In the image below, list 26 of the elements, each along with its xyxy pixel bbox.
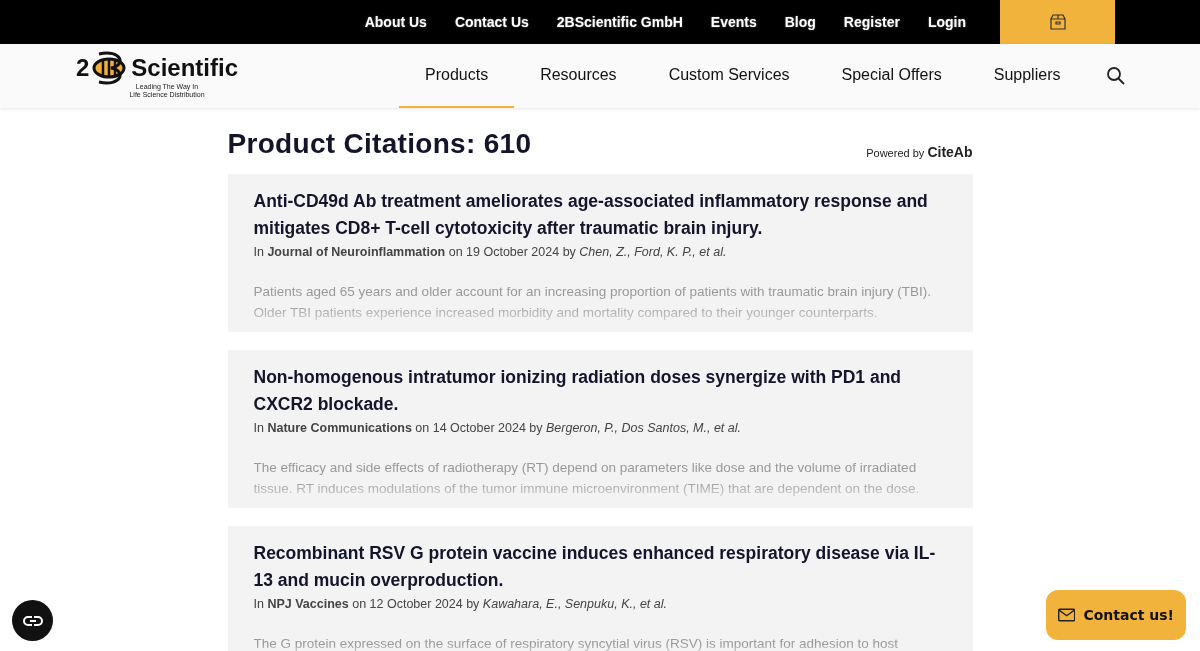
nav-tab[interactable]: Special Offers	[815, 44, 968, 108]
top-link[interactable]: Register	[829, 14, 914, 30]
citation-meta: In Nature Communications on 14 October 2024 by Bergeron, P., Dos Santos, M., et al.	[253, 421, 742, 435]
citation-title[interactable]: Anti-CD49d Ab treatment ameliorates age-associated inflammatory response and mitigates CD8+ T-cell cytotoxicity after traumatic brain injury.	[253, 188, 947, 242]
contact-button[interactable]: Contact us!	[1046, 590, 1186, 640]
nav-tab[interactable]: Custom Services	[642, 44, 816, 108]
citation-meta: In Journal of Neuroinflammation on 19 October 2024 by Chen, Z., Ford, K. P., et al.	[253, 245, 728, 259]
citation-title[interactable]: Recombinant RSV G protein vaccine induces enhanced respiratory disease via IL-13 and mucin overproduction.	[253, 540, 947, 594]
top-link[interactable]: Contact Us	[440, 14, 543, 30]
top-link[interactable]: About Us	[350, 14, 441, 30]
citation-abstract: The efficacy and side effects of radiotherapy (RT) depend on parameters like dose and the volume of irradiated tissue. RT induces modulations of the tumor immune microenvironment (TIME) that are dependent on the dose.	[253, 459, 921, 498]
citation-abstract: The G protein expressed on the surface of respiratory syncytial virus (RSV) is important for adhesion to host	[253, 635, 900, 651]
top-link[interactable]: Events	[696, 14, 771, 30]
logo-text: Scientific	[131, 54, 239, 82]
citation-meta: In NPJ Vaccines on 12 October 2024 by Kawahara, E., Senpuku, K., et al.	[253, 597, 668, 611]
nav-tab[interactable]: Suppliers	[967, 44, 1087, 108]
powered-by-text: Powered by CiteAb	[866, 144, 973, 160]
nav-tab[interactable]: Products	[399, 44, 515, 108]
citation-title[interactable]: Non-homogenous intratumor ionizing radiation doses synergize with PD1 and CXCR2 blockade.	[253, 364, 947, 418]
top-link[interactable]: 2BScientific GmbH	[542, 14, 697, 30]
logo-text: 2	[75, 54, 90, 82]
citation-abstract: Patients aged 65 years and older account for an increasing proportion of patients with traumatic brain injury (TBI). Older TBI patients experience increased morbidity and mortality compared to their younger counterparts.	[253, 283, 933, 322]
top-link[interactable]: Blog	[770, 14, 830, 30]
page-heading: Product Citations: 610	[227, 128, 532, 160]
nav-tab[interactable]: Resources	[514, 44, 643, 108]
top-link[interactable]: Login	[913, 14, 980, 30]
